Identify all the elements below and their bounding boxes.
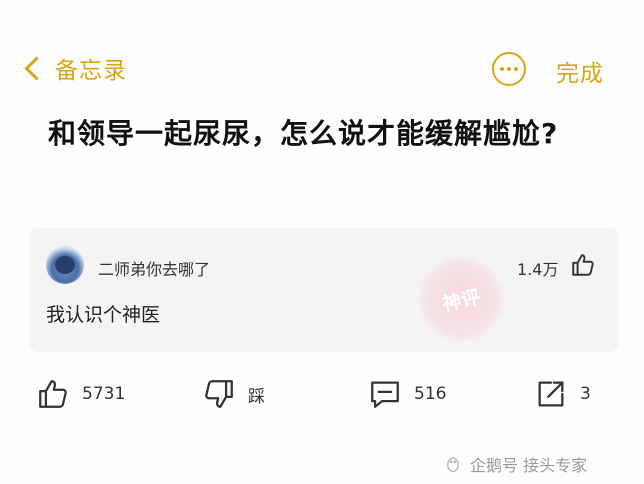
comment-like-count: 1.4万 (517, 260, 559, 279)
stamp-label: 神评 (440, 285, 483, 316)
watermark: 企鹅号 接头专家 (444, 452, 587, 476)
more-icon-dot (507, 67, 511, 71)
share-button[interactable]: 3 (534, 376, 591, 412)
dislike-button[interactable]: 踩 (202, 376, 265, 412)
done-button[interactable]: 完成 (556, 54, 604, 88)
share-count: 3 (580, 384, 591, 404)
comment-text: 我认识个神医 (46, 304, 161, 326)
note-title: 和领导一起尿尿，怎么说才能缓解尴尬? (48, 117, 559, 150)
back-button[interactable]: 备忘录 (22, 52, 127, 84)
more-icon-dot (514, 67, 518, 71)
thumbs-down-icon (205, 380, 233, 408)
thumbs-up-icon (39, 380, 67, 408)
comment-username[interactable]: 二师弟你去哪了 (98, 256, 210, 280)
thumbs-up-icon[interactable] (570, 252, 596, 278)
comment-button[interactable]: 516 (368, 376, 446, 412)
hot-comment-stamp: 神评 (409, 247, 513, 351)
comment-count: 516 (414, 384, 447, 404)
back-chevron-icon (24, 55, 49, 81)
hot-comment-card[interactable]: 二师弟你去哪了 神评 1.4万 我认识个神医 (30, 228, 618, 352)
more-icon (500, 67, 504, 71)
penguin-logo-icon (447, 457, 459, 473)
memo-screen: 备忘录 完成 和领导一起尿尿，怎么说才能缓解尴尬? 二师弟你去哪了 神评 1.4… (0, 0, 644, 484)
share-icon (538, 381, 564, 407)
more-options-button[interactable] (492, 52, 526, 86)
avatar[interactable] (46, 246, 84, 284)
comment-icon (371, 381, 399, 408)
like-count: 5731 (82, 384, 126, 404)
back-label: 备忘录 (55, 58, 127, 84)
top-bar: 备忘录 完成 (0, 40, 644, 96)
dislike-label: 踩 (248, 386, 265, 407)
action-bar: 5731 踩 516 3 (0, 372, 644, 418)
watermark-text: 企鹅号 接头专家 (470, 456, 588, 475)
like-button[interactable]: 5731 (36, 376, 125, 412)
